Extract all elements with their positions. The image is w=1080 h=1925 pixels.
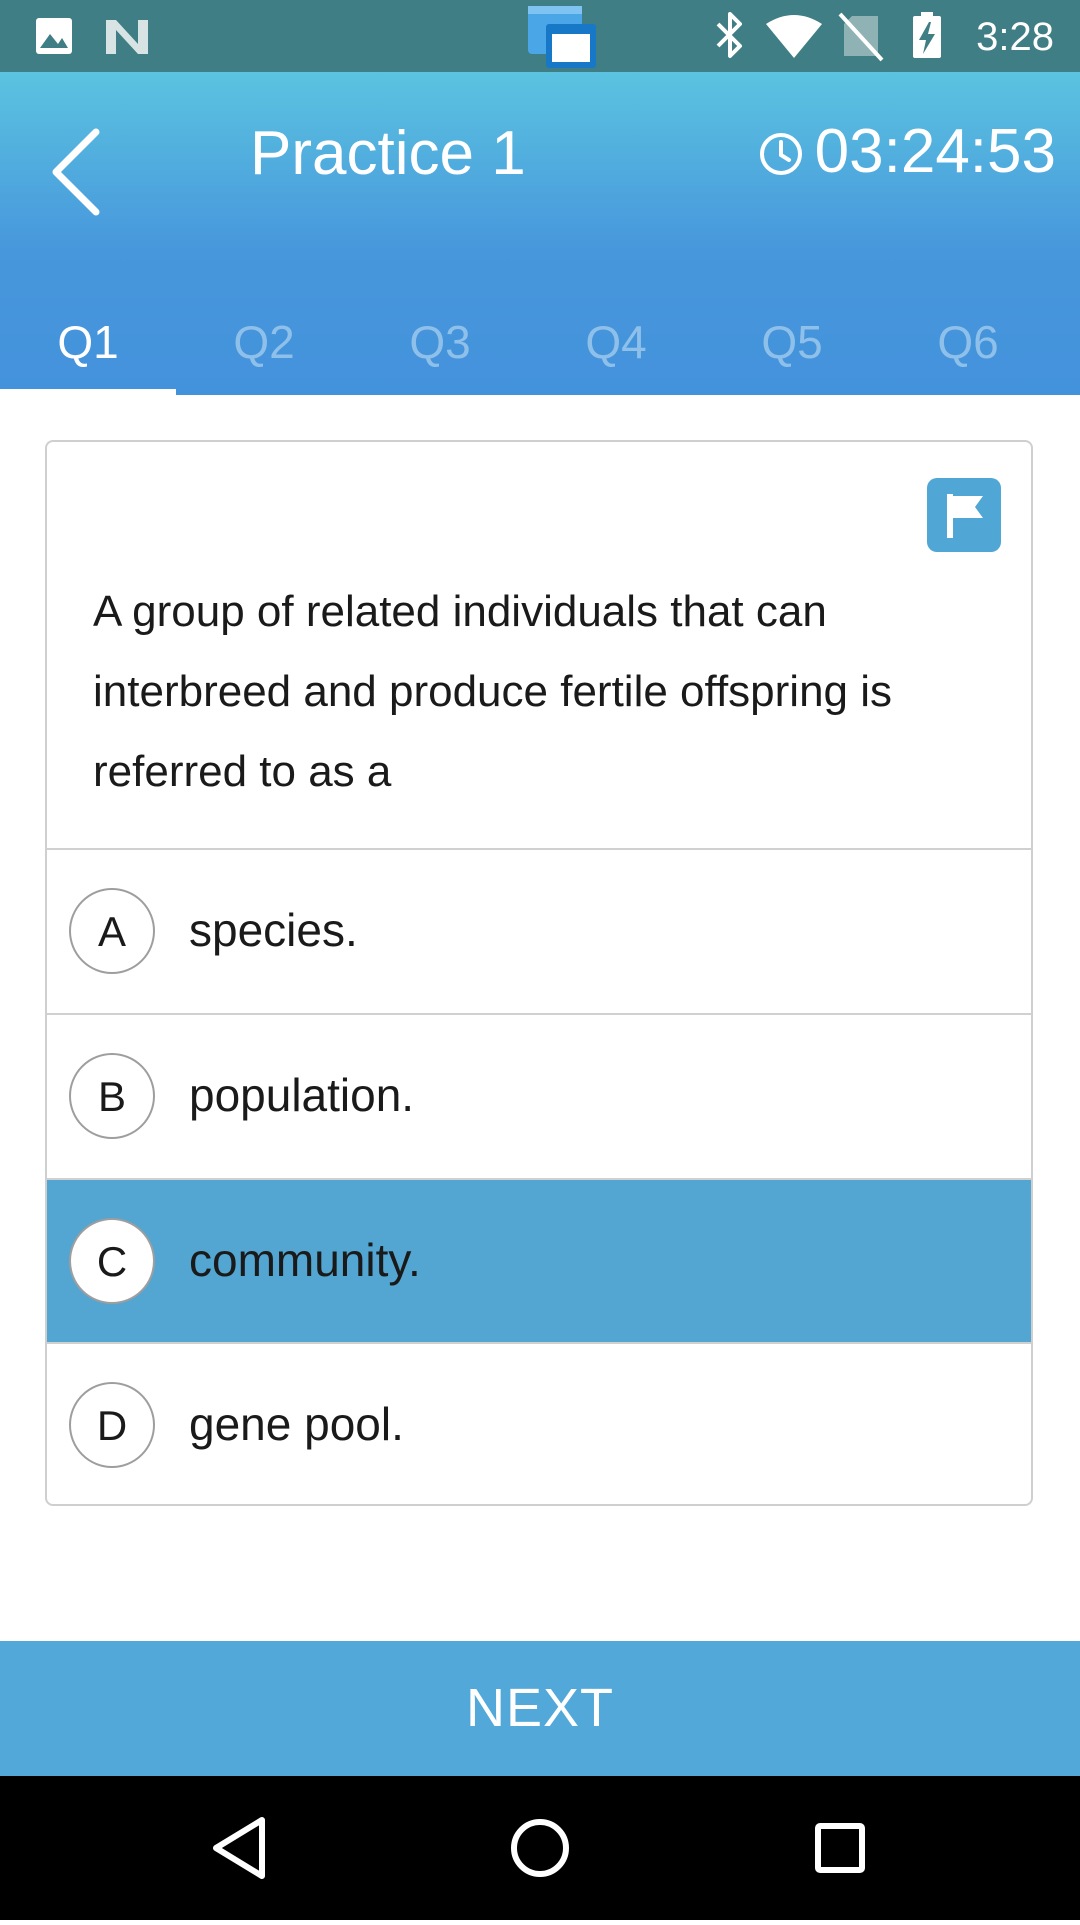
n-logo-icon [106, 20, 148, 54]
question-tabs: Q1 Q2 Q3 Q4 Q5 Q6 [0, 292, 1080, 395]
chevron-left-icon [52, 128, 100, 216]
countdown-timer: 03:24:53 [757, 112, 1056, 192]
option-letter: D [69, 1382, 155, 1468]
nav-recents-button[interactable] [770, 1776, 910, 1920]
tab-q5[interactable]: Q5 [704, 292, 880, 395]
no-sim-icon [838, 12, 884, 62]
nav-home-button[interactable] [470, 1776, 610, 1920]
question-card: A group of related individuals that can … [45, 440, 1033, 1506]
navigation-bar [0, 1776, 1080, 1920]
window-switcher-icon [528, 6, 596, 68]
option-letter: B [69, 1053, 155, 1139]
image-icon [36, 18, 72, 54]
back-triangle-icon [213, 1817, 265, 1879]
status-time: 3:28 [976, 15, 1054, 59]
status-bar: 3:28 [0, 0, 1080, 72]
option-b[interactable]: B population. [47, 1013, 1031, 1177]
recents-square-icon [815, 1823, 865, 1873]
tab-q4[interactable]: Q4 [528, 292, 704, 395]
page-title: Practice 1 [250, 119, 526, 188]
option-text: gene pool. [189, 1398, 404, 1450]
tab-q2[interactable]: Q2 [176, 292, 352, 395]
option-a[interactable]: A species. [47, 848, 1031, 1012]
option-letter: C [69, 1218, 155, 1304]
flag-icon [947, 494, 983, 538]
back-button[interactable] [40, 112, 120, 232]
tab-q1[interactable]: Q1 [0, 292, 176, 395]
battery-charging-icon [913, 12, 941, 58]
option-c[interactable]: C community. [47, 1178, 1031, 1342]
option-text: community. [189, 1234, 421, 1286]
option-text: population. [189, 1069, 415, 1121]
option-d[interactable]: D gene pool. [47, 1342, 1031, 1504]
next-button[interactable]: NEXT [0, 1641, 1080, 1776]
clock-icon [759, 133, 802, 175]
question-text: A group of related individuals that can … [93, 587, 893, 796]
tab-q6[interactable]: Q6 [880, 292, 1056, 395]
header: Practice 1 03:24:53 Q1 Q2 Q3 Q4 Q5 Q6 [0, 72, 1080, 395]
bluetooth-icon [716, 12, 742, 58]
flag-button[interactable] [927, 478, 1001, 552]
option-text: species. [189, 904, 358, 956]
home-circle-icon [511, 1819, 569, 1877]
wifi-icon [766, 15, 822, 58]
tab-q3[interactable]: Q3 [352, 292, 528, 395]
nav-back-button[interactable] [170, 1776, 310, 1920]
timer-text: 03:24:53 [814, 117, 1056, 186]
option-letter: A [69, 888, 155, 974]
